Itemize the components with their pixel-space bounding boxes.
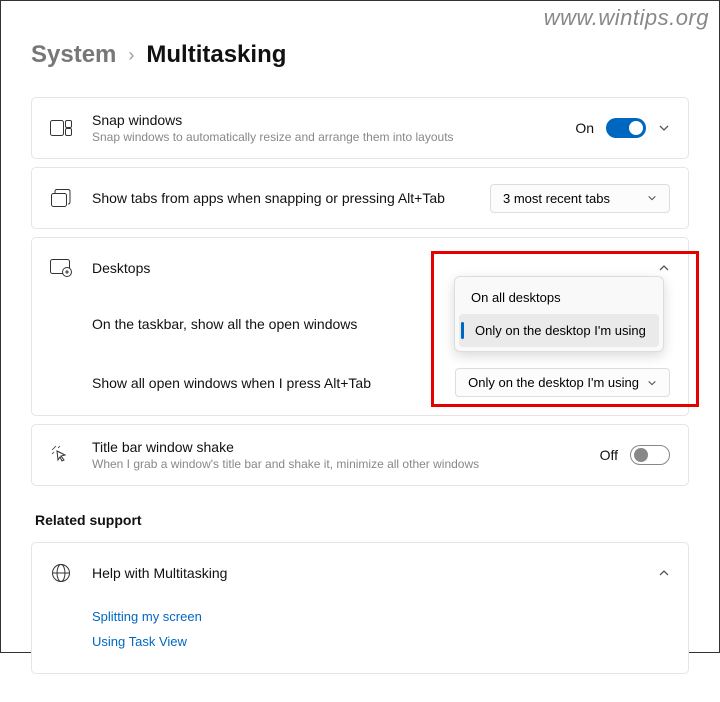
desktops-alttab-row: Show all open windows when I press Alt+T… — [32, 350, 688, 415]
shake-toggle[interactable] — [630, 445, 670, 465]
desktops-title: Desktops — [92, 260, 658, 276]
snap-toggle[interactable] — [606, 118, 646, 138]
chevron-down-icon — [647, 193, 657, 203]
tabs-dropdown[interactable]: 3 most recent tabs — [490, 184, 670, 213]
breadcrumb-parent[interactable]: System — [31, 41, 116, 69]
shake-title: Title bar window shake — [92, 439, 600, 455]
shake-row: Title bar window shake When I grab a win… — [32, 425, 688, 485]
tabs-title: Show tabs from apps when snapping or pre… — [92, 190, 490, 206]
desktops-taskbar-label: On the taskbar, show all the open window… — [92, 316, 470, 332]
option-all-desktops[interactable]: On all desktops — [459, 281, 659, 314]
help-header-row[interactable]: Help with Multitasking — [32, 543, 688, 603]
desktops-alttab-value: Only on the desktop I'm using — [468, 375, 639, 390]
snap-state-label: On — [575, 120, 594, 136]
help-link-taskview[interactable]: Using Task View — [92, 634, 688, 649]
tabs-row: Show tabs from apps when snapping or pre… — [32, 168, 688, 228]
tabs-icon — [50, 187, 72, 209]
desktops-alttab-dropdown[interactable]: Only on the desktop I'm using — [455, 368, 670, 397]
shake-desc: When I grab a window's title bar and sha… — [92, 457, 600, 471]
snap-desc: Snap windows to automatically resize and… — [92, 130, 575, 144]
expand-snap-chevron[interactable] — [658, 122, 670, 134]
help-card: Help with Multitasking Splitting my scre… — [31, 542, 689, 674]
desktops-alttab-label: Show all open windows when I press Alt+T… — [92, 375, 455, 391]
chevron-down-icon — [647, 378, 657, 388]
help-link-splitting[interactable]: Splitting my screen — [92, 609, 688, 624]
breadcrumb: System › Multitasking — [31, 41, 689, 69]
option-only-current-desktop[interactable]: Only on the desktop I'm using — [459, 314, 659, 347]
page-title: Multitasking — [146, 41, 286, 69]
collapse-help-chevron[interactable] — [658, 567, 670, 579]
snap-windows-row[interactable]: Snap windows Snap windows to automatical… — [32, 98, 688, 158]
desktops-taskbar-dropdown-popup: On all desktops Only on the desktop I'm … — [454, 276, 664, 352]
tabs-dropdown-value: 3 most recent tabs — [503, 191, 610, 206]
globe-help-icon — [50, 562, 72, 584]
help-title: Help with Multitasking — [92, 565, 658, 581]
cursor-shake-icon — [50, 444, 72, 466]
tabs-card: Show tabs from apps when snapping or pre… — [31, 167, 689, 229]
related-support-heading: Related support — [35, 512, 689, 528]
shake-card: Title bar window shake When I grab a win… — [31, 424, 689, 486]
shake-state-label: Off — [600, 447, 618, 463]
chevron-right-icon: › — [128, 45, 134, 66]
snap-windows-card: Snap windows Snap windows to automatical… — [31, 97, 689, 159]
watermark: www.wintips.org — [544, 5, 709, 31]
collapse-desktops-chevron[interactable] — [658, 262, 670, 274]
snap-title: Snap windows — [92, 112, 575, 128]
desktops-icon — [50, 257, 72, 279]
snap-layout-icon — [50, 117, 72, 139]
